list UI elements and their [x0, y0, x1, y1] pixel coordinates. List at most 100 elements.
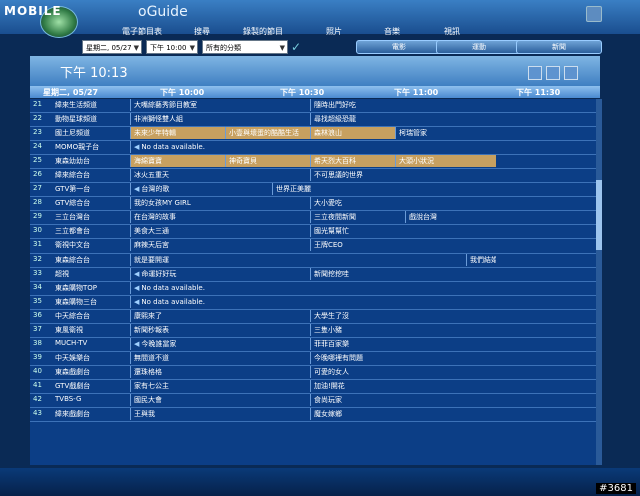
program-cell[interactable]: 就是要開運 [130, 253, 466, 266]
program-cell[interactable]: 不可思議的世界 [310, 169, 496, 182]
table-row: 25 東森幼幼台 海綿寶寶 神奇寶貝 希天烈大百科 大頭小狀況 [30, 155, 596, 170]
program-cell[interactable]: 未來少年特輯 [130, 127, 225, 140]
program-cell[interactable]: 命運好好玩 [130, 267, 310, 280]
channel-number: 26 [33, 170, 42, 179]
header-time-3: 下午 11:00 [394, 88, 439, 97]
table-row: 40 東森戲劇台 還珠格格 可愛的女人 [30, 365, 596, 380]
scrollbar[interactable] [596, 99, 602, 465]
header-time-4: 下午 11:30 [516, 88, 561, 97]
table-row: 24 MOMO親子台 No data available. [30, 141, 596, 156]
program-cell[interactable]: 大頭小狀況 [395, 155, 496, 168]
table-row: 41 GTV戲劇台 家有七公主 加油!開花 [30, 379, 596, 394]
time-select[interactable]: 下午 10:00 ▼ [146, 40, 198, 54]
program-cell[interactable]: 冰火五重天 [130, 169, 310, 182]
apply-check-icon[interactable]: ✓ [291, 40, 301, 54]
program-cell[interactable]: 康熙來了 [130, 309, 310, 322]
nav-photos[interactable]: 照片 [326, 26, 342, 37]
program-cell[interactable]: 加油!開花 [310, 379, 496, 392]
program-cell[interactable]: 食尚玩家 [310, 393, 496, 406]
program-cell[interactable]: 國光幫幫忙 [310, 225, 496, 238]
program-cell[interactable]: 希天烈大百科 [310, 155, 395, 168]
scrollbar-thumb[interactable] [596, 180, 602, 250]
nav-music[interactable]: 音樂 [384, 26, 400, 37]
program-cell[interactable]: 大小愛吃 [310, 197, 496, 210]
program-cell[interactable]: 柯瑞管家 [395, 127, 496, 140]
channel-number: 34 [33, 282, 42, 291]
arrow-down-icon[interactable] [546, 66, 560, 80]
category-movies-button[interactable]: 電影 [356, 40, 442, 54]
window-control-icon[interactable] [586, 6, 602, 22]
category-select[interactable]: 所有的分類 ▼ [202, 40, 288, 54]
program-cell[interactable]: 王與我 [130, 408, 310, 421]
nav-epg[interactable]: 電子節目表 [122, 26, 162, 37]
program-cell[interactable]: No data available. [130, 141, 496, 154]
program-cell[interactable]: 麻辣天后宮 [130, 239, 310, 252]
program-cell[interactable]: 尋找超級恐龍 [310, 113, 496, 126]
channel-number: 29 [33, 212, 42, 221]
program-cell[interactable]: 三隻小豬 [310, 323, 496, 336]
channel-number: 22 [33, 114, 42, 123]
channel-number: 21 [33, 100, 42, 108]
grid-header: 星期二, 05/27 下午 10:00 下午 10:30 下午 11:00 下午… [30, 86, 600, 98]
program-cell[interactable]: 今晚誰當家 [130, 337, 310, 350]
channel-number: 41 [33, 380, 42, 389]
category-sports-button[interactable]: 運動 [436, 40, 522, 54]
program-cell[interactable]: 世界正美麗 [272, 183, 496, 196]
program-cell[interactable]: 還珠格格 [130, 365, 310, 378]
program-cell[interactable]: 海綿寶寶 [130, 155, 225, 168]
arrow-right-icon[interactable] [564, 66, 578, 80]
nav-recorded[interactable]: 錄製的節目 [243, 26, 283, 37]
table-row: 42 TVBS-G 國民大會 食尚玩家 [30, 393, 596, 409]
program-cell[interactable]: 我們結婚吧 [466, 253, 496, 266]
category-news-button[interactable]: 新聞 [516, 40, 602, 54]
program-cell[interactable]: 家有七公主 [130, 379, 310, 392]
channel-number: 37 [33, 324, 42, 333]
program-cell[interactable]: 小壹與壞蛋的酷酷生活 [225, 127, 310, 140]
table-row: 28 GTV綜合台 我的女孩MY GIRL 大小愛吃 [30, 197, 596, 212]
program-cell[interactable]: No data available. [130, 295, 496, 308]
program-cell[interactable]: 無間道不道 [130, 351, 310, 364]
program-cell[interactable]: 新聞秒報表 [130, 323, 310, 336]
channel-number: 25 [33, 156, 42, 165]
nav-search[interactable]: 搜尋 [194, 26, 210, 37]
arrow-up-icon[interactable] [528, 66, 542, 80]
program-cell[interactable]: 今晚哪裡有問題 [310, 351, 496, 364]
program-cell[interactable]: 神奇寶貝 [225, 155, 310, 168]
channel-name: 東森購物三台 [55, 297, 97, 306]
header-time-2: 下午 10:30 [280, 88, 325, 97]
channel-number: 31 [33, 240, 42, 249]
program-cell[interactable]: 非洲獅怪雙人組 [130, 113, 310, 126]
program-cell[interactable]: 大嘴綜藝秀節目教室 [130, 99, 310, 111]
program-cell[interactable]: 我的女孩MY GIRL [130, 197, 310, 210]
channel-number: 36 [33, 310, 42, 319]
channel-name: 中天綜合台 [55, 311, 90, 320]
channel-number: 33 [33, 268, 42, 277]
program-cell[interactable]: 三立夜間新聞 [310, 211, 405, 224]
watermark: #3681 [596, 483, 636, 494]
channel-number: 27 [33, 184, 42, 193]
program-cell[interactable]: 美食大三通 [130, 225, 310, 238]
program-cell[interactable]: 菲菲百家樂 [310, 337, 496, 350]
program-cell[interactable]: 可愛的女人 [310, 365, 496, 378]
table-row: 27 GTV第一台 台灣的歌世界正美麗 [30, 183, 596, 198]
program-cell[interactable]: No data available. [130, 281, 496, 294]
channel-name: 東森戲劇台 [55, 367, 90, 376]
program-cell[interactable]: 魔女嫁鄉 [310, 408, 496, 421]
program-cell[interactable]: 戲說台灣 [405, 211, 496, 224]
program-cell[interactable]: 森林浪山 [310, 127, 395, 140]
channel-name: 東森幼幼台 [55, 157, 90, 166]
date-select[interactable]: 星期二, 05/27 ▼ [82, 40, 142, 54]
channel-number: 24 [33, 142, 42, 151]
program-cell[interactable]: 在台灣的故事 [130, 211, 310, 224]
channel-name: 東森購物TOP [55, 283, 98, 292]
program-cell[interactable]: 新聞挖挖哇 [310, 267, 496, 280]
program-cell[interactable]: 大學生了沒 [310, 309, 496, 322]
channel-name: TVBS-G [55, 394, 82, 403]
channel-number: 35 [33, 296, 42, 305]
program-cell[interactable]: 國民大會 [130, 393, 310, 406]
program-cell[interactable]: 王牌CEO [310, 239, 496, 252]
program-cell[interactable]: 隨時出門好吃 [310, 99, 496, 111]
table-row: 31 衛視中文台 麻辣天后宮 王牌CEO [30, 239, 596, 254]
nav-video[interactable]: 視訊 [444, 26, 460, 37]
program-cell[interactable]: 台灣的歌 [130, 183, 272, 196]
